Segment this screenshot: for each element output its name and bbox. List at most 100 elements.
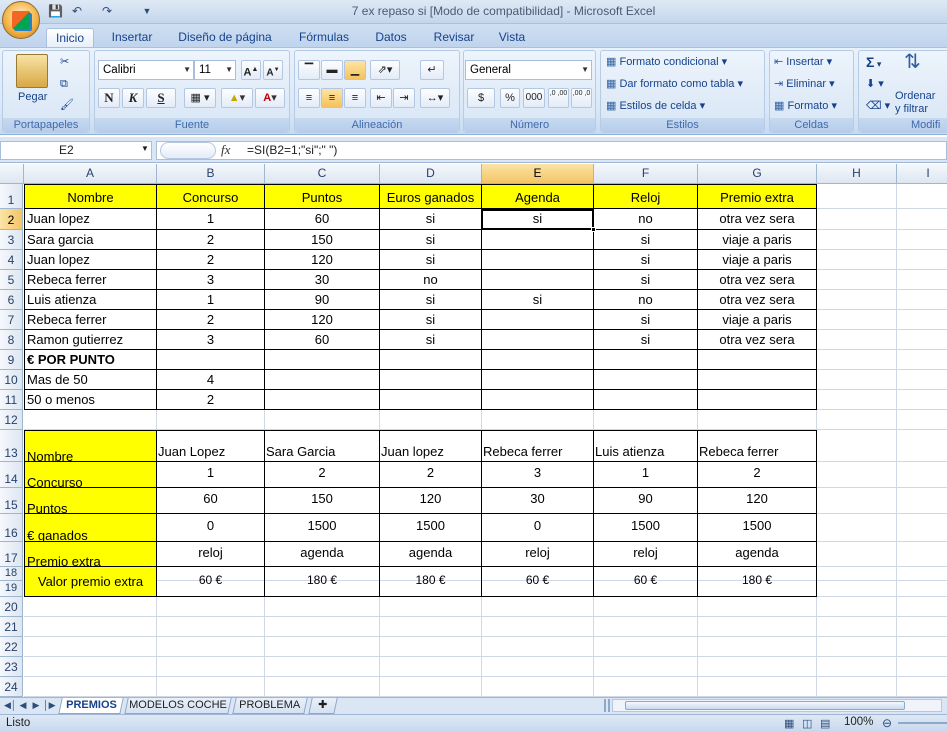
grid-cell[interactable] — [265, 637, 380, 657]
table1-cell[interactable] — [380, 350, 482, 370]
grid-cell[interactable] — [698, 410, 817, 430]
sheet-tab-premios[interactable]: PREMIOS — [58, 698, 124, 714]
euro-label[interactable]: 50 o menos — [24, 390, 157, 410]
grid-cell[interactable] — [817, 209, 897, 230]
grid-cell[interactable] — [817, 310, 897, 330]
row-header-16[interactable]: 16 — [0, 514, 23, 542]
grid-cell[interactable] — [594, 597, 698, 617]
grid-cell[interactable] — [817, 597, 897, 617]
grid-cell[interactable] — [897, 567, 947, 581]
column-header-b[interactable]: B — [157, 164, 265, 184]
table1-header[interactable]: Nombre — [24, 184, 157, 209]
orientation-icon[interactable]: ⇗▾ — [370, 60, 400, 80]
grid-cell[interactable] — [897, 290, 947, 310]
first-sheet-icon[interactable]: ◀│ — [4, 699, 17, 712]
table1-cell[interactable]: 60 — [265, 209, 380, 230]
table1-header[interactable]: Reloj — [594, 184, 698, 209]
row-header-1[interactable]: 1 — [0, 184, 23, 209]
office-button[interactable] — [2, 1, 40, 39]
table1-cell[interactable]: Luis atienza — [24, 290, 157, 310]
table1-cell[interactable] — [482, 230, 594, 250]
horizontal-scroll-thumb[interactable] — [625, 701, 905, 710]
tab-vista[interactable]: Vista — [490, 28, 534, 48]
table1-cell[interactable] — [265, 350, 380, 370]
table2-cell[interactable]: 60 € — [157, 567, 265, 597]
table2-cell[interactable]: reloj — [594, 542, 698, 567]
table1-cell[interactable]: 120 — [265, 310, 380, 330]
table1-cell[interactable]: si — [380, 290, 482, 310]
table2-cell[interactable]: 180 € — [698, 567, 817, 597]
tab-diseno-pagina[interactable]: Diseño de página — [170, 28, 280, 48]
column-header-h[interactable]: H — [817, 164, 897, 184]
table1-header[interactable]: Euros ganados — [380, 184, 482, 209]
grid-cell[interactable] — [482, 637, 594, 657]
increase-decimal-button[interactable]: ,0 ,00 — [548, 88, 569, 108]
table1-cell[interactable]: Rebeca ferrer — [24, 310, 157, 330]
tab-inicio[interactable]: Inicio — [46, 28, 94, 48]
row-header-10[interactable]: 10 — [0, 370, 23, 390]
tab-datos[interactable]: Datos — [366, 28, 416, 48]
align-right-icon[interactable]: ≡ — [344, 88, 366, 108]
delete-cells-button[interactable]: ⇥ Eliminar ▾ — [774, 76, 835, 92]
table2-cell[interactable]: 60 € — [594, 567, 698, 597]
grid-cell[interactable] — [897, 597, 947, 617]
table1-cell[interactable]: otra vez sera — [698, 209, 817, 230]
table2-cell[interactable]: Juan lopez — [380, 430, 482, 462]
horizontal-scrollbar[interactable] — [612, 699, 942, 712]
grid-cell[interactable] — [24, 657, 157, 677]
grid-cell[interactable] — [817, 330, 897, 350]
euro-label[interactable]: Mas de 50 — [24, 370, 157, 390]
table2-label[interactable]: Puntos — [24, 488, 157, 514]
grid-cell[interactable] — [698, 677, 817, 697]
align-middle-icon[interactable]: ▬ — [321, 60, 343, 80]
table1-cell[interactable] — [482, 350, 594, 370]
insert-sheet-icon[interactable]: ✚ — [308, 698, 338, 714]
table2-cell[interactable]: reloj — [482, 542, 594, 567]
insert-cells-button[interactable]: ⇤ Insertar ▾ — [774, 54, 832, 70]
table1-cell[interactable]: viaje a paris — [698, 230, 817, 250]
column-header-d[interactable]: D — [380, 164, 482, 184]
table1-cell[interactable]: 3 — [157, 270, 265, 290]
table2-cell[interactable]: 1500 — [594, 514, 698, 542]
grid-cell[interactable] — [817, 514, 897, 542]
table1-cell[interactable] — [594, 370, 698, 390]
table1-cell[interactable]: otra vez sera — [698, 330, 817, 350]
grid-cell[interactable] — [24, 637, 157, 657]
table2-cell[interactable]: 1 — [157, 462, 265, 488]
table1-cell[interactable] — [594, 350, 698, 370]
sort-filter-label-2[interactable]: y filtrar — [895, 101, 928, 117]
table1-cell[interactable]: si — [594, 230, 698, 250]
increase-indent-icon[interactable]: ⇥ — [393, 88, 415, 108]
table1-cell[interactable]: si — [482, 290, 594, 310]
table1-cell[interactable]: si — [594, 330, 698, 350]
table2-cell[interactable]: 30 — [482, 488, 594, 514]
table1-cell[interactable]: 60 — [265, 330, 380, 350]
tab-split-handle[interactable] — [604, 699, 610, 712]
row-header-3[interactable]: 3 — [0, 230, 23, 250]
column-header-a[interactable]: A — [24, 164, 157, 184]
fx-icon[interactable]: fx — [221, 142, 230, 158]
clear-icon[interactable]: ⌫ ▾ — [866, 98, 890, 114]
table1-cell[interactable] — [380, 370, 482, 390]
tab-revisar[interactable]: Revisar — [424, 28, 484, 48]
align-bottom-icon[interactable]: ▁ — [344, 60, 366, 80]
table1-cell[interactable] — [380, 390, 482, 410]
table2-label[interactable]: Nombre — [24, 430, 157, 462]
italic-button[interactable]: K — [122, 88, 144, 108]
grid-cell[interactable] — [897, 410, 947, 430]
grid-cell[interactable] — [817, 488, 897, 514]
shrink-font-icon[interactable]: A▼ — [263, 60, 283, 80]
grid-cell[interactable] — [482, 677, 594, 697]
formula-bar-handle[interactable] — [160, 142, 216, 159]
number-format-select[interactable]: General ▼ — [465, 60, 592, 80]
grid-cell[interactable] — [817, 184, 897, 209]
grid-cell[interactable] — [24, 597, 157, 617]
grid-cell[interactable] — [817, 567, 897, 581]
table2-cell[interactable]: 1 — [594, 462, 698, 488]
grid-cell[interactable] — [897, 209, 947, 230]
grid-cell[interactable] — [817, 390, 897, 410]
table1-cell[interactable] — [482, 250, 594, 270]
chevron-down-icon[interactable]: ▼ — [141, 144, 149, 153]
table1-header[interactable]: Concurso — [157, 184, 265, 209]
grid-cell[interactable] — [380, 410, 482, 430]
